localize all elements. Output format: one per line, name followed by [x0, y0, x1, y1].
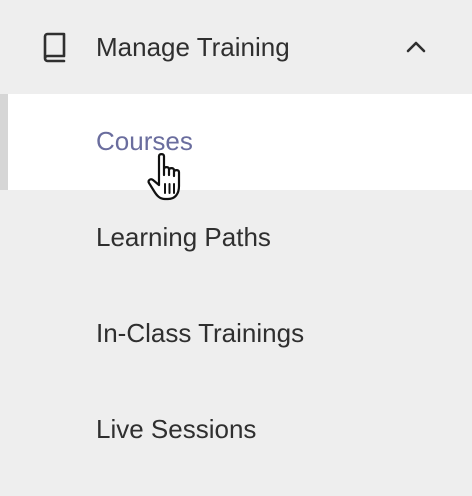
manage-training-label: Manage Training	[96, 32, 290, 62]
sidebar-menu: Manage Training Courses Learning Paths I…	[0, 0, 472, 496]
menu-item-learning-paths[interactable]: Learning Paths	[0, 190, 472, 286]
menu-item-in-class-trainings[interactable]: In-Class Trainings	[0, 286, 472, 382]
manage-training-toggle[interactable]: Manage Training	[0, 0, 472, 94]
menu-item-learning-paths-label: Learning Paths	[96, 222, 271, 252]
menu-item-courses-label: Courses	[96, 126, 193, 156]
menu-item-in-class-trainings-label: In-Class Trainings	[96, 318, 305, 348]
book-icon	[43, 32, 66, 63]
menu-item-courses[interactable]: Courses	[0, 94, 472, 190]
active-indicator	[0, 94, 8, 190]
chevron-up-icon[interactable]	[404, 37, 428, 55]
menu-item-live-sessions[interactable]: Live Sessions	[0, 382, 472, 478]
menu-item-live-sessions-label: Live Sessions	[96, 414, 257, 444]
